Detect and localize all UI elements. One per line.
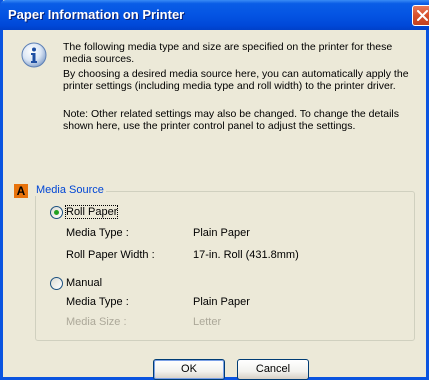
cancel-button[interactable]: Cancel [237, 359, 309, 380]
manual-media-size-label: Media Size : [66, 316, 127, 328]
info-message-2: By choosing a desired media source here,… [63, 68, 409, 92]
window-title: Paper Information on Printer [8, 7, 185, 22]
roll-media-type-label: Media Type : [66, 227, 129, 239]
roll-paper-label[interactable]: Roll Paper [64, 205, 119, 219]
manual-media-size-value: Letter [193, 316, 222, 328]
info-message-1: The following media type and size are sp… [63, 41, 393, 65]
roll-paper-radio[interactable] [50, 206, 63, 219]
manual-media-type-label: Media Type : [66, 296, 129, 308]
info-message-3: Note: Other related settings may also be… [63, 108, 400, 132]
roll-paper-width-value: 17-in. Roll (431.8mm) [193, 249, 299, 261]
radio-selected-dot [54, 210, 59, 215]
manual-media-type-value: Plain Paper [193, 296, 250, 308]
close-button[interactable] [412, 5, 429, 26]
manual-radio[interactable] [50, 277, 63, 290]
info-icon [21, 42, 47, 68]
close-icon [417, 10, 428, 21]
media-source-legend: Media Source [34, 184, 106, 196]
roll-media-type-value: Plain Paper [193, 227, 250, 239]
dialog-window: Paper Information on Printer The followi… [0, 0, 429, 380]
manual-label[interactable]: Manual [66, 277, 102, 289]
section-badge: A [14, 184, 28, 198]
roll-paper-width-label: Roll Paper Width : [66, 249, 155, 261]
ok-button[interactable]: OK [153, 359, 225, 380]
dialog-content: The following media type and size are sp… [3, 30, 426, 380]
title-bar[interactable]: Paper Information on Printer [0, 0, 429, 30]
